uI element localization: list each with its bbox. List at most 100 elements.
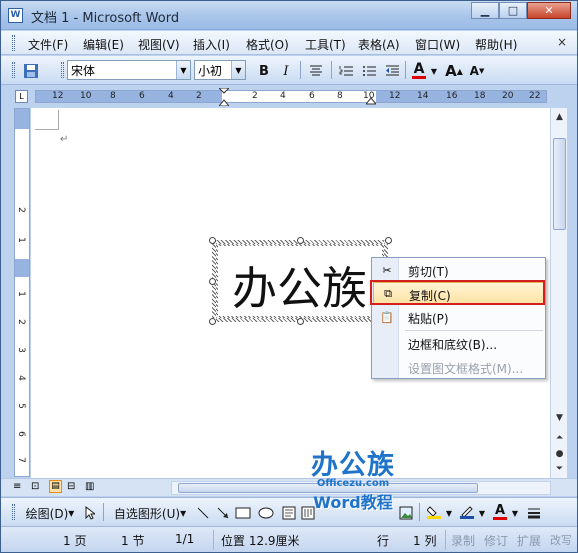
previous-page-icon[interactable]: ⏶ bbox=[552, 430, 567, 446]
rectangle-tool-button[interactable] bbox=[234, 502, 252, 524]
vruler-tick: 1 bbox=[15, 291, 26, 297]
outline-view-icon[interactable]: ⊟ bbox=[67, 481, 75, 492]
status-overtype[interactable]: 改写 bbox=[550, 532, 572, 548]
bullets-button[interactable] bbox=[359, 60, 379, 82]
word-app-icon[interactable]: W bbox=[8, 8, 23, 23]
save-button[interactable] bbox=[21, 60, 41, 82]
title-bar[interactable]: W 文档 1 - Microsoft Word ▁ □ ✕ bbox=[1, 1, 577, 30]
ruler-strip[interactable]: 12 10 8 6 4 2 2 4 6 8 10 12 14 16 18 20 … bbox=[35, 88, 547, 106]
tab-selector-icon[interactable]: L bbox=[15, 90, 28, 103]
autoshapes-label: 自选图形(U) bbox=[113, 506, 181, 521]
textbox-tool-button[interactable] bbox=[280, 502, 298, 524]
normal-view-icon[interactable]: ≡ bbox=[13, 481, 21, 492]
context-item-borders[interactable]: 边框和底纹(B)... bbox=[373, 332, 544, 354]
chevron-down-icon[interactable]: ▼ bbox=[477, 502, 487, 524]
chevron-down-icon[interactable]: ▼ bbox=[510, 502, 520, 524]
horizontal-ruler[interactable]: L 12 10 8 6 4 2 2 4 6 8 10 12 14 16 18 2… bbox=[1, 86, 577, 108]
close-button[interactable]: ✕ bbox=[527, 2, 571, 19]
toolbar-separator bbox=[300, 61, 301, 79]
toolbar-grip-2[interactable] bbox=[61, 62, 64, 78]
menu-table[interactable]: 表格(A) bbox=[358, 36, 400, 53]
arrow-tool-button[interactable] bbox=[214, 502, 232, 524]
menu-window[interactable]: 窗口(W) bbox=[415, 36, 460, 53]
menu-format[interactable]: 格式(O) bbox=[246, 36, 289, 53]
status-record[interactable]: 录制 bbox=[451, 532, 475, 549]
status-position: 位置 12.9厘米 bbox=[221, 534, 300, 548]
scroll-down-icon[interactable]: ▼ bbox=[552, 410, 567, 426]
minimize-button[interactable]: ▁ bbox=[471, 2, 499, 19]
resize-handle[interactable] bbox=[209, 318, 216, 325]
select-objects-button[interactable] bbox=[81, 502, 99, 524]
numbering-button[interactable] bbox=[336, 60, 356, 82]
reading-view-icon[interactable]: ▥ bbox=[85, 481, 94, 492]
print-view-icon[interactable]: ▤ bbox=[49, 480, 62, 493]
ruler-tick: 2 bbox=[252, 91, 258, 101]
textbox-text[interactable]: 办公族 bbox=[232, 252, 367, 316]
resize-handle[interactable] bbox=[385, 237, 392, 244]
drawbar-grip[interactable] bbox=[12, 504, 15, 520]
decrease-indent-button[interactable] bbox=[382, 60, 402, 82]
draw-font-color-button[interactable]: A bbox=[490, 501, 510, 523]
chevron-down-icon[interactable]: ▼ bbox=[176, 61, 190, 79]
menu-separator bbox=[405, 330, 543, 331]
status-extend[interactable]: 扩展 bbox=[517, 532, 541, 549]
menu-edit[interactable]: 编辑(E) bbox=[83, 36, 124, 53]
scissors-icon: ✂ bbox=[382, 263, 392, 277]
web-view-icon[interactable]: ⊡ bbox=[31, 481, 39, 492]
chevron-down-icon[interactable]: ▼ bbox=[429, 60, 439, 82]
menubar-grip[interactable] bbox=[12, 35, 15, 51]
context-item-label: 边框和底纹(B)... bbox=[408, 338, 498, 352]
vertical-scrollbar[interactable]: ▲ ▼ ⏶ ● ⏷ bbox=[550, 108, 567, 478]
grow-font-button[interactable]: A ▲ bbox=[444, 60, 464, 82]
menu-view[interactable]: 视图(V) bbox=[138, 36, 180, 53]
status-track-changes[interactable]: 修订 bbox=[484, 532, 508, 549]
select-browse-object-icon[interactable]: ● bbox=[552, 446, 567, 462]
ruler-tick: 8 bbox=[337, 91, 343, 101]
maximize-button[interactable]: □ bbox=[499, 2, 527, 19]
vruler-tick: 1 bbox=[15, 237, 26, 243]
menu-help[interactable]: 帮助(H) bbox=[475, 36, 517, 53]
textbox-icon bbox=[282, 506, 296, 520]
font-name-value: 宋体 bbox=[71, 63, 96, 78]
resize-handle[interactable] bbox=[297, 318, 304, 325]
line-tool-button[interactable] bbox=[194, 502, 212, 524]
next-page-icon[interactable]: ⏷ bbox=[552, 461, 567, 477]
toolbar-grip[interactable] bbox=[12, 62, 15, 78]
line-style-button[interactable] bbox=[524, 502, 544, 524]
right-indent-marker-icon[interactable] bbox=[366, 95, 376, 105]
resize-handle[interactable] bbox=[209, 237, 216, 244]
resize-handle[interactable] bbox=[297, 237, 304, 244]
vertical-ruler[interactable]: 2 1 1 2 3 4 5 6 7 bbox=[14, 108, 30, 477]
italic-button[interactable]: I bbox=[276, 60, 296, 82]
scroll-thumb[interactable] bbox=[553, 138, 566, 230]
autoshapes-menu-button[interactable]: 自选图形(U) ▾ bbox=[108, 502, 192, 524]
menu-insert[interactable]: 插入(I) bbox=[193, 36, 230, 53]
formatting-toolbar: 宋体 ▼ 小初 ▼ B I A ▼ A ▲ A ▼ bbox=[1, 56, 577, 85]
indent-marker-icon[interactable] bbox=[219, 88, 229, 106]
context-item-paste[interactable]: 📋 粘贴(P) bbox=[373, 306, 544, 328]
chevron-down-icon[interactable]: ▼ bbox=[444, 502, 454, 524]
oval-tool-button[interactable] bbox=[257, 502, 275, 524]
fill-bucket-icon bbox=[427, 506, 437, 516]
line-color-button[interactable] bbox=[457, 501, 477, 523]
menu-tools[interactable]: 工具(T) bbox=[305, 36, 346, 53]
font-size-combo[interactable]: 小初 ▼ bbox=[194, 60, 246, 80]
vruler-tick: 7 bbox=[15, 457, 26, 463]
close-document-icon[interactable]: × bbox=[557, 35, 567, 49]
shrink-font-button[interactable]: A ▼ bbox=[467, 60, 487, 82]
font-name-combo[interactable]: 宋体 ▼ bbox=[67, 60, 191, 80]
resize-handle[interactable] bbox=[209, 278, 216, 285]
menu-file[interactable]: 文件(F) bbox=[28, 36, 68, 53]
highlight-annotation-box bbox=[370, 280, 545, 305]
frame-textbox[interactable]: 办公族 bbox=[212, 240, 388, 322]
align-center-button[interactable] bbox=[306, 60, 326, 82]
ruler-tick: 6 bbox=[309, 91, 315, 101]
chevron-down-icon[interactable]: ▼ bbox=[231, 61, 245, 79]
font-color-button[interactable]: A bbox=[409, 59, 429, 81]
font-size-value: 小初 bbox=[198, 63, 223, 78]
draw-menu-button[interactable]: 绘图(D) ▾ bbox=[21, 502, 79, 524]
context-item-cut[interactable]: ✂ 剪切(T) bbox=[373, 259, 544, 281]
fill-color-button[interactable] bbox=[424, 501, 444, 523]
scroll-up-icon[interactable]: ▲ bbox=[552, 109, 567, 125]
bold-button[interactable]: B bbox=[254, 60, 274, 82]
